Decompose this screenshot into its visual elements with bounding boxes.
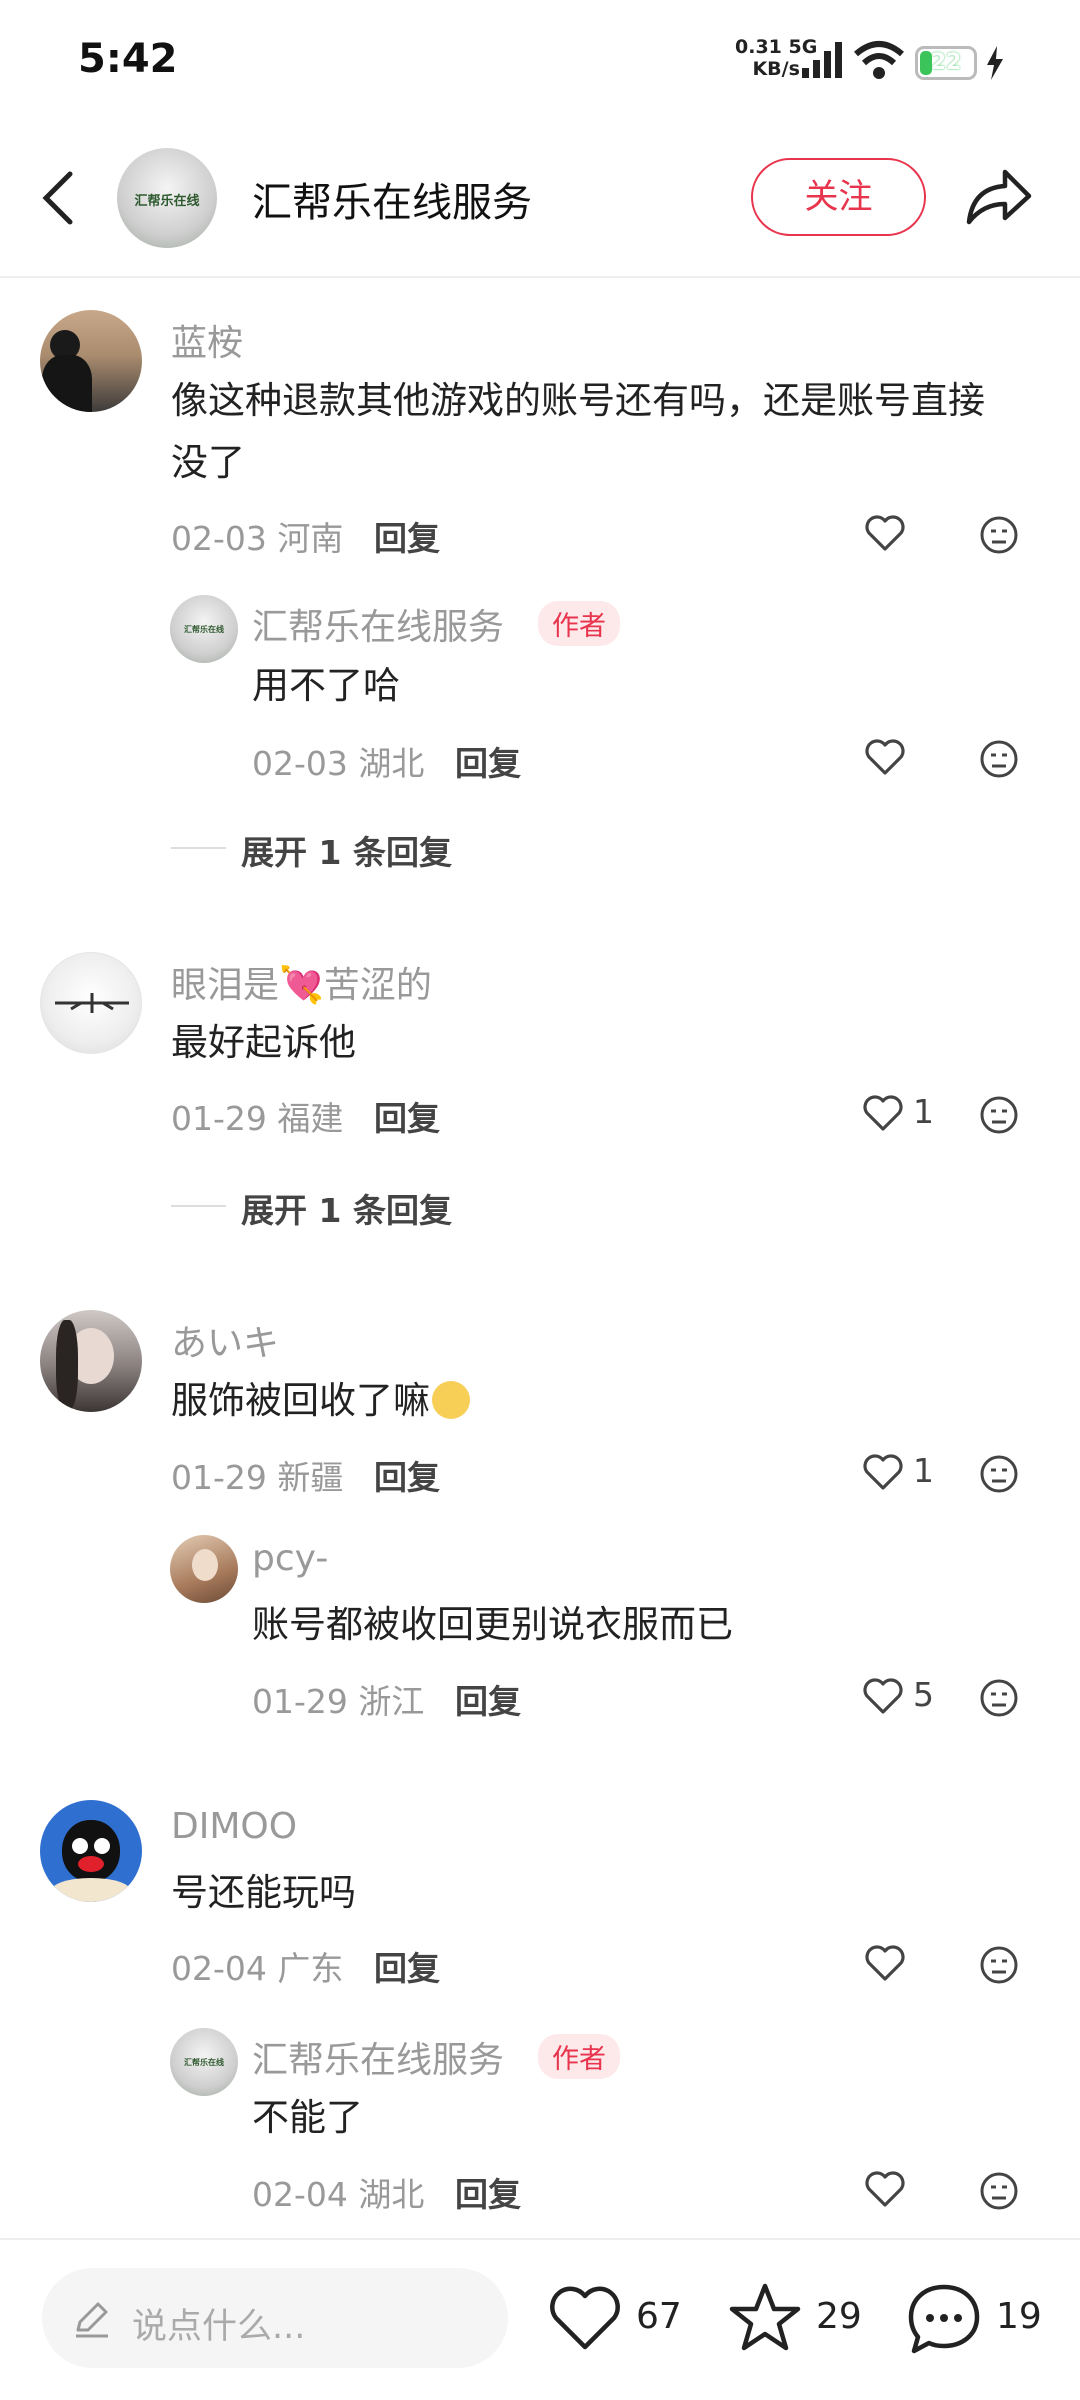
- like-count: 1: [913, 1092, 934, 1131]
- like-count: 67: [636, 2296, 682, 2337]
- reply-button[interactable]: 回复: [374, 512, 440, 560]
- expand-replies-button[interactable]: 展开 1 条回复: [241, 1184, 452, 1232]
- like-count: 1: [913, 1451, 934, 1490]
- header-divider: [0, 276, 1080, 278]
- dislike-face-icon[interactable]: [978, 514, 1020, 556]
- avatar[interactable]: [40, 952, 142, 1054]
- heart-icon[interactable]: [862, 1677, 904, 1715]
- dislike-face-icon[interactable]: [978, 2170, 1020, 2212]
- charging-icon: [987, 46, 1003, 80]
- reply-avatar[interactable]: 汇帮乐在线: [170, 2028, 238, 2096]
- comment-username[interactable]: DIMOO: [171, 1806, 297, 1847]
- reply-username[interactable]: 汇帮乐在线服务: [252, 598, 504, 650]
- comment-meta: 01-29 新疆: [171, 1458, 344, 1497]
- reply-username[interactable]: 汇帮乐在线服务: [252, 2031, 504, 2083]
- dislike-face-icon[interactable]: [978, 1453, 1020, 1495]
- reply-meta: 02-03 湖北: [252, 744, 425, 783]
- reply-button[interactable]: 回复: [374, 1942, 440, 1990]
- author-badge: 作者: [538, 601, 620, 646]
- header-avatar[interactable]: 汇帮乐在线: [117, 148, 217, 248]
- pencil-icon: [76, 2302, 108, 2338]
- reply-avatar-text: 汇帮乐在线: [184, 2056, 224, 2067]
- reply-button[interactable]: 回复: [455, 2168, 521, 2216]
- expand-divider: [171, 847, 226, 849]
- comment-text: 服饰被回收了嘛: [171, 1370, 470, 1432]
- comment-meta: 02-04 广东: [171, 1949, 344, 1988]
- share-icon[interactable]: [963, 164, 1033, 228]
- heart-icon[interactable]: [864, 738, 906, 776]
- comment-username[interactable]: 蓝桉: [171, 314, 243, 366]
- signal-icon: [802, 42, 842, 78]
- reply-avatar-text: 汇帮乐在线: [184, 623, 224, 634]
- avatar[interactable]: [40, 1310, 142, 1412]
- reply-button[interactable]: 回复: [374, 1451, 440, 1499]
- avatar[interactable]: [40, 310, 142, 412]
- battery-percent: 22: [930, 50, 962, 75]
- reply-username[interactable]: pcy-: [252, 1538, 328, 1579]
- dislike-face-icon[interactable]: [978, 738, 1020, 780]
- comment-text: 最好起诉他: [171, 1021, 356, 1064]
- comment-input-placeholder: 说点什么...: [132, 2307, 306, 2347]
- heart-icon[interactable]: [862, 1094, 904, 1132]
- comment-input[interactable]: 说点什么...: [42, 2268, 508, 2368]
- comment-meta: 01-29 福建: [171, 1099, 344, 1138]
- comment-meta: 02-03 河南: [171, 519, 344, 558]
- reply-meta: 02-04 湖北: [252, 2175, 425, 2214]
- comment-count: 19: [996, 2296, 1042, 2337]
- reply-avatar[interactable]: 汇帮乐在线: [170, 595, 238, 663]
- comment-text-line: 像这种退款其他游戏的账号还有吗，还是账号直接: [171, 379, 985, 422]
- reply-button[interactable]: 回复: [374, 1092, 440, 1140]
- reply-text: 账号都被收回更别说衣服而已: [252, 1603, 733, 1646]
- star-count: 29: [816, 2296, 862, 2337]
- reply-meta: 01-29 浙江: [252, 1682, 425, 1721]
- reply-text: 用不了哈: [252, 664, 400, 707]
- dislike-face-icon[interactable]: [978, 1094, 1020, 1136]
- heart-icon[interactable]: [548, 2285, 622, 2351]
- reply-avatar[interactable]: [170, 1535, 238, 1603]
- comment-text: 号还能玩吗: [171, 1871, 356, 1914]
- reply-button[interactable]: 回复: [455, 737, 521, 785]
- username-part: 眼泪是: [171, 965, 280, 1006]
- heart-icon[interactable]: [864, 1944, 906, 1982]
- follow-button[interactable]: 关注: [751, 158, 926, 236]
- comment-username[interactable]: 眼泪是💘苦涩的: [171, 956, 432, 1008]
- like-count: 5: [913, 1675, 934, 1714]
- bottom-divider: [0, 2238, 1080, 2240]
- back-arrow-icon[interactable]: [36, 168, 80, 228]
- comment-text: 像这种退款其他游戏的账号还有吗，还是账号直接 没了: [171, 370, 985, 494]
- comment-bubble-icon[interactable]: [906, 2282, 982, 2356]
- heart-icon[interactable]: [864, 2170, 906, 2208]
- expand-replies-button[interactable]: 展开 1 条回复: [241, 826, 452, 874]
- reply-text: 不能了: [252, 2096, 363, 2139]
- heart-icon[interactable]: [864, 514, 906, 552]
- smile-emoji-icon: [432, 1381, 470, 1419]
- dislike-face-icon[interactable]: [978, 1677, 1020, 1719]
- reply-button[interactable]: 回复: [455, 1675, 521, 1723]
- battery-icon: 22: [915, 46, 977, 80]
- heart-emoji-icon: 💘: [279, 965, 324, 1006]
- wifi-icon: [854, 41, 904, 79]
- airplane-icon: [55, 993, 129, 1013]
- heart-icon[interactable]: [862, 1453, 904, 1491]
- page-title: 汇帮乐在线服务: [252, 180, 532, 226]
- comment-text-line: 没了: [171, 441, 245, 484]
- username-part: 苦涩的: [323, 965, 432, 1006]
- expand-divider: [171, 1205, 226, 1207]
- net-speed-value: 0.31: [735, 36, 782, 58]
- comment-username[interactable]: あいキ: [171, 1314, 279, 1366]
- status-time: 5:42: [78, 36, 178, 82]
- comment-text-content: 服饰被回收了嘛: [171, 1379, 430, 1422]
- author-badge: 作者: [538, 2034, 620, 2079]
- dislike-face-icon[interactable]: [978, 1944, 1020, 1986]
- avatar[interactable]: [40, 1800, 142, 1902]
- star-icon[interactable]: [728, 2282, 802, 2354]
- header-avatar-text: 汇帮乐在线: [134, 194, 200, 209]
